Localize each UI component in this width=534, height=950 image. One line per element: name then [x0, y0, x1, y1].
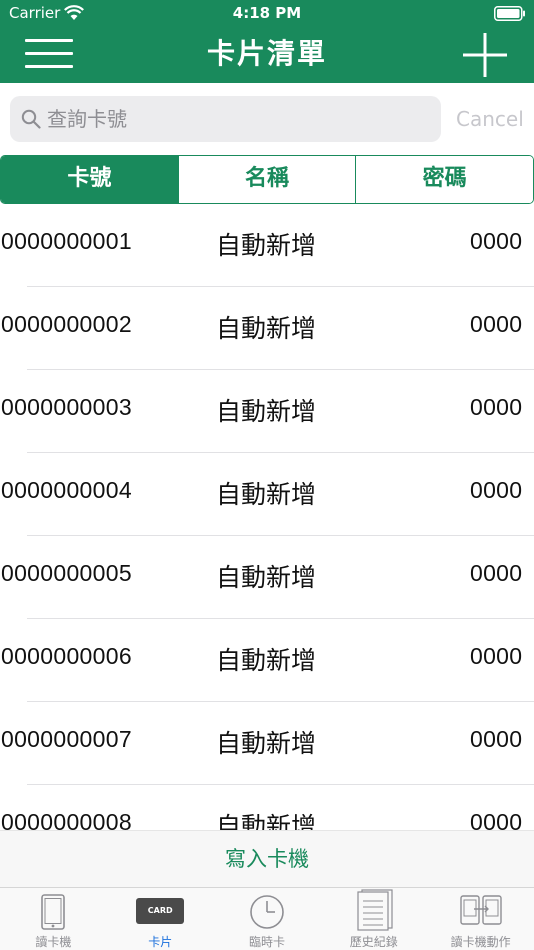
card-name: 自動新增 [216, 812, 317, 830]
tab-temporary-card[interactable]: 臨時卡 [214, 888, 321, 950]
card-row[interactable]: 0000000008 自動新增 0000 [0, 785, 534, 830]
card-name: 自動新增 [216, 231, 317, 260]
tab-bar: 讀卡機 CARD 卡片 臨時卡 歷史紀錄 讀卡機動作 [0, 887, 534, 950]
card-row[interactable]: 0000000006 自動新增 0000 [0, 619, 534, 702]
battery-icon [494, 6, 525, 21]
add-card-plus-icon[interactable] [461, 32, 509, 78]
card-name: 自動新增 [216, 397, 317, 426]
card-name: 自動新增 [216, 646, 317, 675]
write-to-reader-button[interactable]: 寫入卡機 [0, 830, 534, 887]
card-name: 自動新增 [216, 314, 317, 343]
document-icon [357, 889, 393, 931]
card-name: 自動新增 [216, 729, 317, 758]
search-input[interactable] [47, 96, 432, 142]
tab-history[interactable]: 歷史紀錄 [320, 888, 427, 950]
card-row[interactable]: 0000000001 自動新增 0000 [0, 204, 534, 287]
tab-label: 臨時卡 [248, 935, 285, 949]
tab-label: 讀卡機 [35, 935, 72, 949]
tab-cards[interactable]: CARD 卡片 [107, 888, 214, 950]
card-password: 0000 [470, 809, 523, 830]
tab-card-reader[interactable]: 讀卡機 [0, 888, 107, 950]
tablet-icon [41, 894, 66, 930]
status-bar: Carrier 4:18 PM [0, 0, 534, 28]
card-list: 0000000001 自動新增 0000 0000000002 自動新增 000… [0, 204, 534, 830]
sort-segmented-control: 卡號 名稱 密碼 [0, 155, 534, 204]
page-title: 卡片清單 [206, 37, 327, 70]
tab-label: 讀卡機動作 [450, 935, 511, 949]
card-row[interactable]: 0000000007 自動新增 0000 [0, 702, 534, 785]
card-number: 0000000005 [1, 560, 132, 586]
card-password: 0000 [470, 643, 523, 669]
card-password: 0000 [470, 726, 523, 752]
navigation-header: Carrier 4:18 PM 卡片清單 [0, 0, 534, 83]
card-number: 0000000007 [1, 726, 132, 752]
card-password: 0000 [470, 228, 523, 254]
search-box[interactable] [10, 96, 441, 142]
cancel-button[interactable]: Cancel [456, 107, 524, 131]
reader-action-icon [459, 895, 502, 925]
card-name: 自動新增 [216, 480, 317, 509]
card-number: 0000000003 [1, 394, 132, 420]
card-icon: CARD [136, 898, 185, 924]
card-number: 0000000002 [1, 311, 132, 337]
card-password: 0000 [470, 560, 523, 586]
segment-password[interactable]: 密碼 [355, 156, 533, 203]
tab-label: 卡片 [148, 935, 173, 949]
search-area: Cancel [0, 83, 534, 155]
card-password: 0000 [470, 477, 523, 503]
status-time: 4:18 PM [232, 4, 302, 22]
segment-card-number[interactable]: 卡號 [1, 156, 178, 203]
tab-reader-actions[interactable]: 讀卡機動作 [427, 888, 534, 950]
card-number: 0000000006 [1, 643, 132, 669]
card-number: 0000000001 [1, 228, 132, 254]
card-row[interactable]: 0000000003 自動新增 0000 [0, 370, 534, 453]
tab-label: 歷史紀錄 [349, 935, 398, 949]
card-name: 自動新增 [216, 563, 317, 592]
card-password: 0000 [470, 311, 523, 337]
search-icon [21, 109, 41, 129]
card-number: 0000000008 [1, 809, 132, 830]
card-number: 0000000004 [1, 477, 132, 503]
card-row[interactable]: 0000000005 自動新增 0000 [0, 536, 534, 619]
card-password: 0000 [470, 394, 523, 420]
card-row[interactable]: 0000000004 自動新增 0000 [0, 453, 534, 536]
card-row[interactable]: 0000000002 自動新增 0000 [0, 287, 534, 370]
segment-name[interactable]: 名稱 [177, 156, 356, 203]
clock-icon [250, 895, 284, 929]
